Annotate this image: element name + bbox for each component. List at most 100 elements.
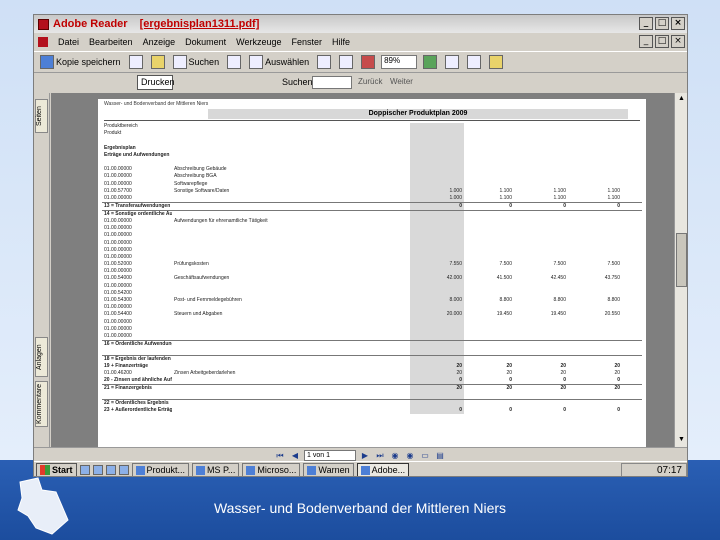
table-cell: 01.00.00000 bbox=[104, 180, 132, 187]
doc-close-button[interactable]: × bbox=[671, 35, 685, 48]
hand-icon bbox=[227, 55, 242, 69]
table-cell bbox=[568, 218, 622, 225]
quicklaunch-icon[interactable] bbox=[79, 465, 90, 475]
table-cell bbox=[622, 398, 642, 407]
next-view-icon[interactable]: ◉ bbox=[404, 450, 416, 461]
snapshot-button[interactable] bbox=[315, 53, 333, 71]
table-cell: 0 bbox=[617, 406, 620, 413]
table-row bbox=[102, 347, 642, 356]
quicklaunch-icon[interactable] bbox=[105, 465, 116, 475]
table-cell bbox=[568, 348, 622, 355]
table-cell: 19 + Finanzerträge bbox=[104, 362, 149, 369]
print-button[interactable] bbox=[127, 53, 145, 71]
search-button[interactable]: Suchen bbox=[171, 53, 222, 71]
first-page-icon[interactable]: ⏮ bbox=[274, 450, 286, 461]
previous-page-icon[interactable]: ◀ bbox=[289, 450, 301, 461]
taskbar-task[interactable]: Warnen bbox=[303, 463, 354, 476]
table-cell bbox=[568, 339, 622, 348]
zoom-out-button[interactable] bbox=[359, 53, 377, 71]
zoom-input[interactable]: 89% bbox=[381, 55, 418, 69]
table-cell bbox=[464, 166, 514, 173]
scroll-down-icon[interactable]: ▼ bbox=[676, 435, 687, 445]
table-cell: 01.00.00000 bbox=[104, 304, 132, 311]
single-page-icon[interactable]: ▭ bbox=[419, 450, 431, 461]
table-row: 01.00.00000 bbox=[102, 268, 642, 276]
table-cell: 7.500 bbox=[499, 261, 512, 268]
table-cell bbox=[172, 383, 410, 392]
table-row: 20 - Zinsen und ähnliche Aufwendungen 0 0 0… bbox=[102, 376, 642, 385]
rotate-button[interactable] bbox=[465, 53, 483, 71]
last-page-icon[interactable]: ⏭ bbox=[374, 450, 386, 461]
menu-datei[interactable]: Datei bbox=[58, 37, 79, 47]
fit-page-button[interactable] bbox=[443, 53, 461, 71]
table-cell: 01.00.00000 bbox=[104, 318, 132, 325]
scroll-thumb[interactable] bbox=[676, 233, 687, 287]
scroll-up-icon[interactable]: ▲ bbox=[676, 94, 687, 104]
table-cell bbox=[568, 209, 622, 218]
table-row: 01.00.54200 bbox=[102, 289, 642, 297]
table-cell: Produkt bbox=[104, 130, 122, 137]
table-row: 01.00.00000 bbox=[102, 253, 642, 261]
table-row: 01.00.00000 bbox=[102, 332, 642, 341]
table-cell bbox=[410, 137, 464, 145]
zoom-tool-button[interactable] bbox=[337, 53, 355, 71]
taskbar-task[interactable]: Microso... bbox=[242, 463, 301, 476]
table-cell: 1.100 bbox=[499, 194, 512, 201]
minus-icon bbox=[361, 55, 376, 69]
table-cell bbox=[172, 363, 410, 370]
table-cell bbox=[622, 173, 642, 180]
tab-comments[interactable]: Kommentare bbox=[35, 381, 48, 427]
table-row: 01.00.00000 bbox=[102, 304, 642, 312]
previous-view-icon[interactable]: ◉ bbox=[389, 450, 401, 461]
save-copy-button[interactable]: Kopie speichern bbox=[38, 53, 123, 71]
continuous-page-icon[interactable]: ▤ bbox=[434, 450, 446, 461]
menu-werkzeuge[interactable]: Werkzeuge bbox=[236, 37, 281, 47]
taskbar-task[interactable]: Produkt... bbox=[131, 463, 190, 476]
table-cell: 20 bbox=[614, 362, 620, 369]
table-cell bbox=[622, 383, 642, 392]
document-icon bbox=[38, 36, 48, 47]
doc-minimize-button[interactable]: _ bbox=[639, 35, 653, 48]
vertical-scrollbar[interactable]: ▲ ▼ bbox=[674, 93, 687, 447]
menu-bearbeiten[interactable]: Bearbeiten bbox=[89, 37, 133, 47]
table-cell: Zinsen Arbeitgeberdarlehen bbox=[174, 369, 236, 376]
print-field[interactable]: Drucken bbox=[137, 75, 175, 90]
maximize-button[interactable]: □ bbox=[655, 17, 669, 30]
page-number-field[interactable]: 1 von 1 bbox=[304, 449, 356, 461]
table-cell: Ergebnisplan bbox=[104, 144, 136, 151]
menu-fenster[interactable]: Fenster bbox=[291, 37, 322, 47]
table-cell bbox=[172, 123, 410, 130]
table-cell bbox=[514, 398, 568, 407]
table-cell: 20 bbox=[410, 383, 464, 392]
doc-restore-button[interactable]: □ bbox=[655, 35, 669, 48]
taskbar: Start Produkt... MS P... Microso... Warnen A… bbox=[34, 461, 687, 476]
select-tool-button[interactable]: Auswählen bbox=[247, 53, 311, 71]
hand-tool-button[interactable] bbox=[225, 53, 243, 71]
minimize-button[interactable]: _ bbox=[639, 17, 653, 30]
quicklaunch-icon[interactable] bbox=[92, 465, 103, 475]
taskbar-task[interactable]: Adobe... bbox=[356, 463, 410, 476]
tab-pages[interactable]: Seiten bbox=[35, 99, 48, 133]
close-button[interactable]: × bbox=[671, 17, 685, 30]
taskbar-task[interactable]: MS P... bbox=[192, 463, 240, 476]
quicklaunch-icon[interactable] bbox=[118, 465, 129, 475]
menu-anzeige[interactable]: Anzeige bbox=[143, 37, 176, 47]
next-page-icon[interactable]: ▶ bbox=[359, 450, 371, 461]
table-row: 01.00.00000 bbox=[102, 318, 642, 326]
table-cell: 01.00.00000 bbox=[104, 268, 132, 275]
forward-button[interactable]: Weiter bbox=[390, 77, 413, 86]
table-cell bbox=[514, 173, 568, 180]
help-button[interactable] bbox=[487, 53, 505, 71]
table-cell bbox=[172, 159, 410, 166]
tab-attachments[interactable]: Anlagen bbox=[35, 337, 48, 377]
menu-dokument[interactable]: Dokument bbox=[185, 37, 226, 47]
email-button[interactable] bbox=[149, 53, 167, 71]
start-button[interactable]: Start bbox=[36, 463, 77, 476]
menu-hilfe[interactable]: Hilfe bbox=[332, 37, 350, 47]
table-cell bbox=[410, 158, 464, 167]
search-input[interactable] bbox=[312, 76, 352, 89]
back-button[interactable]: Zurück bbox=[358, 77, 382, 86]
footer-text: Wasser- und Bodenverband der Mittleren N… bbox=[213, 500, 507, 516]
document-area[interactable]: Wasser- und Bodenverband der Mittleren N… bbox=[51, 93, 674, 447]
zoom-in-button[interactable] bbox=[421, 53, 439, 71]
